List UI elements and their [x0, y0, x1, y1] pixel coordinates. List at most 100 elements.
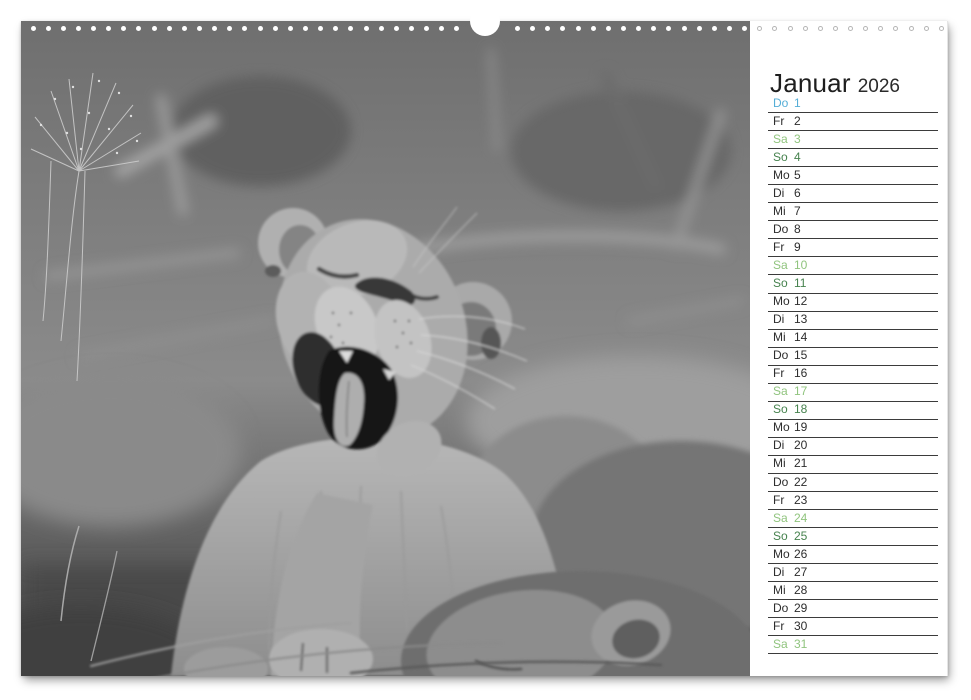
- binding-hole: [545, 26, 550, 31]
- binding-hole: [848, 26, 853, 31]
- binding-hole: [303, 26, 308, 31]
- binding-hole: [818, 26, 823, 31]
- weekday-abbr: Mi: [773, 204, 794, 218]
- binding-hole: [591, 26, 596, 31]
- day-row: Mo 5: [768, 167, 938, 185]
- binding-hole: [348, 26, 353, 31]
- binding-hole: [242, 26, 247, 31]
- binding-hole: [212, 26, 217, 31]
- binding-hole: [712, 26, 717, 31]
- binding-hole: [893, 26, 898, 31]
- binding-hole: [273, 26, 278, 31]
- day-number: 4: [794, 150, 801, 164]
- day-row: Do 15: [768, 348, 938, 366]
- day-number: 28: [794, 583, 807, 597]
- binding-hole: [409, 26, 414, 31]
- day-number: 20: [794, 438, 807, 452]
- day-row: Sa 10: [768, 257, 938, 275]
- day-row: So 4: [768, 149, 938, 167]
- binding-hole: [666, 26, 671, 31]
- weekday-abbr: So: [773, 150, 794, 164]
- binding-hole: [682, 26, 687, 31]
- weekday-abbr: Di: [773, 438, 794, 452]
- day-row: Do 29: [768, 600, 938, 618]
- day-number: 15: [794, 348, 807, 362]
- weekday-abbr: So: [773, 402, 794, 416]
- weekday-abbr: Fr: [773, 619, 794, 633]
- calendar-page: Januar 2026 Do 1 Fr 2 Sa 3 So 4 Mo 5 Di …: [21, 21, 948, 676]
- day-number: 5: [794, 168, 801, 182]
- day-number: 16: [794, 366, 807, 380]
- binding-hole: [136, 26, 141, 31]
- day-row: So 11: [768, 275, 938, 293]
- day-row: Fr 16: [768, 366, 938, 384]
- weekday-abbr: Di: [773, 186, 794, 200]
- binding-hole: [560, 26, 565, 31]
- weekday-abbr: Mo: [773, 547, 794, 561]
- binding-hole: [288, 26, 293, 31]
- day-number: 9: [794, 240, 801, 254]
- day-number: 18: [794, 402, 807, 416]
- binding-hole: [76, 26, 81, 31]
- day-number: 17: [794, 384, 807, 398]
- day-row: Mo 12: [768, 294, 938, 312]
- weekday-abbr: Mo: [773, 168, 794, 182]
- day-number: 30: [794, 619, 807, 633]
- weekday-abbr: Di: [773, 312, 794, 326]
- weekday-abbr: Mi: [773, 330, 794, 344]
- day-row: Mi 14: [768, 330, 938, 348]
- binding-hole: [394, 26, 399, 31]
- weekday-abbr: Fr: [773, 493, 794, 507]
- binding-hole: [439, 26, 444, 31]
- day-number: 11: [794, 276, 806, 290]
- day-number: 23: [794, 493, 807, 507]
- weekday-abbr: Do: [773, 601, 794, 615]
- day-row: So 18: [768, 402, 938, 420]
- day-number: 13: [794, 312, 807, 326]
- day-number: 21: [794, 456, 807, 470]
- binding-hole: [909, 26, 914, 31]
- weekday-abbr: So: [773, 529, 794, 543]
- hanger-notch-icon: [470, 6, 500, 36]
- calendar-mockup: Januar 2026 Do 1 Fr 2 Sa 3 So 4 Mo 5 Di …: [0, 0, 971, 700]
- day-row: Sa 3: [768, 131, 938, 149]
- binding-hole: [697, 26, 702, 31]
- binding-hole: [318, 26, 323, 31]
- day-number: 3: [794, 132, 801, 146]
- weekday-abbr: Fr: [773, 366, 794, 380]
- binding-hole: [46, 26, 51, 31]
- binding-hole: [788, 26, 793, 31]
- weekday-abbr: Fr: [773, 114, 794, 128]
- day-row: Di 6: [768, 185, 938, 203]
- weekday-abbr: Mo: [773, 294, 794, 308]
- day-number: 24: [794, 511, 807, 525]
- binding-hole: [197, 26, 202, 31]
- lion-photo: [21, 21, 750, 676]
- binding-hole: [454, 26, 459, 31]
- weekday-abbr: Sa: [773, 258, 794, 272]
- day-number: 22: [794, 475, 807, 489]
- binding-hole: [530, 26, 535, 31]
- weekday-abbr: Mi: [773, 456, 794, 470]
- day-number: 8: [794, 222, 801, 236]
- weekday-abbr: Do: [773, 475, 794, 489]
- binding-hole: [106, 26, 111, 31]
- day-row: Sa 17: [768, 384, 938, 402]
- binding-hole: [424, 26, 429, 31]
- binding-hole: [803, 26, 808, 31]
- day-row: Fr 2: [768, 113, 938, 131]
- day-row: Mo 26: [768, 546, 938, 564]
- weekday-abbr: Sa: [773, 637, 794, 651]
- binding-hole: [182, 26, 187, 31]
- day-number: 6: [794, 186, 801, 200]
- binding-hole: [364, 26, 369, 31]
- binding-hole: [333, 26, 338, 31]
- day-row: Sa 24: [768, 510, 938, 528]
- binding-hole: [636, 26, 641, 31]
- weekday-abbr: Do: [773, 348, 794, 362]
- day-number: 2: [794, 114, 801, 128]
- day-number: 10: [794, 258, 807, 272]
- day-number: 1: [794, 96, 801, 110]
- day-row: Fr 9: [768, 239, 938, 257]
- day-row: Do 1: [768, 95, 938, 113]
